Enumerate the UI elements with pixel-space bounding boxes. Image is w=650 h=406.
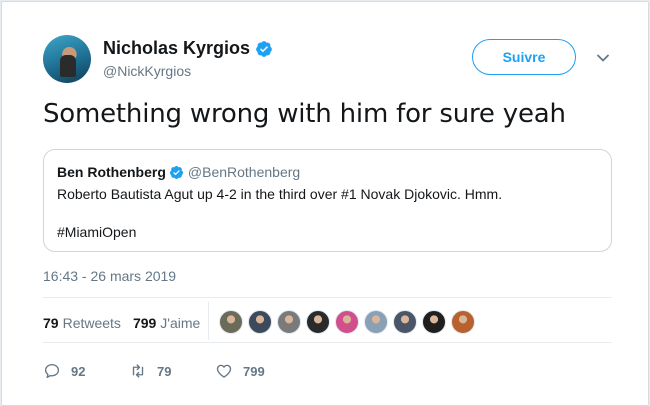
tweet-card: Nicholas Kyrgios @NickKyrgios Suivre Som…: [1, 1, 649, 406]
quoted-tweet[interactable]: Ben Rothenberg @BenRothenberg Roberto Ba…: [43, 149, 612, 252]
tweet-actions: 92 79 799: [43, 362, 301, 380]
like-count: 799: [243, 363, 265, 379]
tweet-timestamp[interactable]: 16:43 - 26 mars 2019: [43, 268, 176, 284]
retweet-button[interactable]: 79: [129, 362, 215, 380]
reply-button[interactable]: 92: [43, 362, 129, 380]
quoted-hashtag[interactable]: #MiamiOpen: [57, 224, 136, 240]
liker-avatar[interactable]: [422, 310, 446, 334]
follow-button[interactable]: Suivre: [472, 39, 576, 75]
liker-avatar[interactable]: [248, 310, 272, 334]
heart-icon: [216, 364, 232, 378]
engagement-stats: 79 Retweets 799 J'aime: [43, 315, 200, 331]
stats-divider: [208, 302, 209, 340]
retweet-count: 79: [157, 363, 172, 379]
like-button[interactable]: 799: [215, 362, 301, 380]
divider: [43, 297, 612, 298]
chevron-down-icon[interactable]: [596, 51, 610, 65]
verified-badge-icon: [256, 40, 272, 57]
liker-avatar[interactable]: [364, 310, 388, 334]
liker-avatar[interactable]: [306, 310, 330, 334]
author-handle[interactable]: @NickKyrgios: [103, 63, 191, 79]
quoted-tweet-text: Roberto Bautista Agut up 4-2 in the thir…: [57, 186, 503, 202]
reply-count: 92: [71, 363, 86, 379]
liker-avatar[interactable]: [451, 310, 475, 334]
author-name-row: Nicholas Kyrgios: [103, 38, 273, 59]
divider: [43, 342, 612, 343]
retweet-icon: [132, 364, 144, 378]
liker-avatar[interactable]: [277, 310, 301, 334]
quoted-author-name[interactable]: Ben Rothenberg: [57, 164, 166, 180]
author-name[interactable]: Nicholas Kyrgios: [103, 38, 250, 59]
quoted-author-handle[interactable]: @BenRothenberg: [188, 164, 300, 180]
verified-badge-icon: [169, 165, 183, 179]
quoted-tweet-header: Ben Rothenberg @BenRothenberg: [57, 164, 300, 180]
tweet-text: Something wrong with him for sure yeah: [43, 99, 566, 129]
author-avatar[interactable]: [43, 35, 91, 83]
avatar-figure: [60, 55, 76, 77]
liker-avatar[interactable]: [219, 310, 243, 334]
reply-icon: [44, 363, 60, 379]
likes-count[interactable]: 799: [133, 315, 156, 331]
likes-label[interactable]: J'aime: [160, 315, 200, 331]
liker-avatar[interactable]: [393, 310, 417, 334]
retweets-label[interactable]: Retweets: [63, 315, 121, 331]
liker-avatars: [219, 310, 480, 334]
liker-avatar[interactable]: [335, 310, 359, 334]
retweets-count[interactable]: 79: [43, 315, 59, 331]
